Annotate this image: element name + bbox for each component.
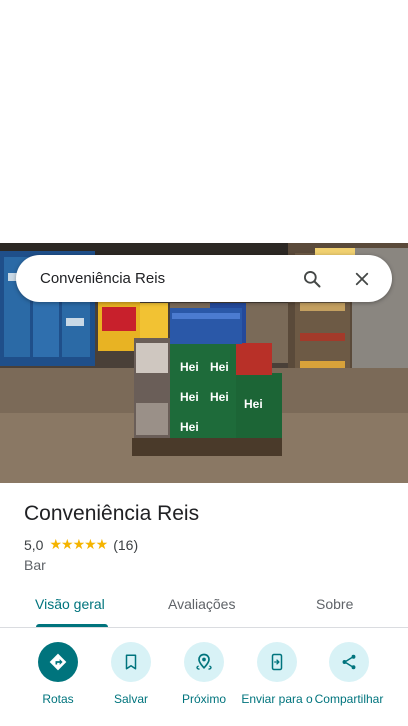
pack-label: Hei [210,390,229,404]
share-label: Compartilhar [314,692,384,706]
pack-label: Hei [180,420,199,434]
share-icon [342,654,356,670]
nearby-button[interactable]: Próximo [168,642,240,706]
directions-label: Rotas [42,692,74,706]
review-count: (16) [113,536,139,553]
send-to-phone-label: Enviar para o [241,692,313,706]
share-button[interactable]: Compartilhar [313,642,385,706]
nearby-label: Próximo [181,692,226,706]
place-title: Conveniência Reis [24,502,200,525]
save-label: Salvar [113,692,148,706]
star-rating-icon: ★★★★★ [49,536,108,552]
place-page: Hei Hei Hei Hei Hei Hei Conveniência Rei… [0,0,408,726]
pack-label: Hei [180,360,199,374]
active-tab-indicator [36,624,108,627]
pack-label: Hei [180,390,199,404]
send-to-phone-button[interactable]: Enviar para o [241,642,313,706]
pack-label: Hei [244,397,263,411]
tab-overview[interactable]: Visão geral [35,596,105,612]
action-bar: Rotas Salvar Próximo Enviar para o Compa… [0,640,408,726]
send-to-phone-icon [271,653,283,671]
pack-label: Hei [210,360,229,374]
search-query[interactable]: Conveniência Reis [40,270,300,287]
tab-reviews[interactable]: Avaliações [168,596,235,612]
place-category: Bar [24,557,46,573]
close-icon[interactable] [350,267,374,291]
save-button[interactable]: Salvar [95,642,167,706]
bookmark-icon [125,654,137,670]
nearby-icon [196,653,212,670]
rating-value: 5,0 [24,536,44,553]
directions-icon [49,653,67,671]
tab-about[interactable]: Sobre [316,596,353,612]
search-icon[interactable] [300,267,324,291]
directions-button[interactable]: Rotas [22,642,94,706]
search-bar[interactable]: Conveniência Reis [16,255,392,302]
place-tabs: Visão geral Avaliações Sobre [0,584,408,628]
rating-row[interactable]: 5,0 ★★★★★ (16) [24,536,138,553]
